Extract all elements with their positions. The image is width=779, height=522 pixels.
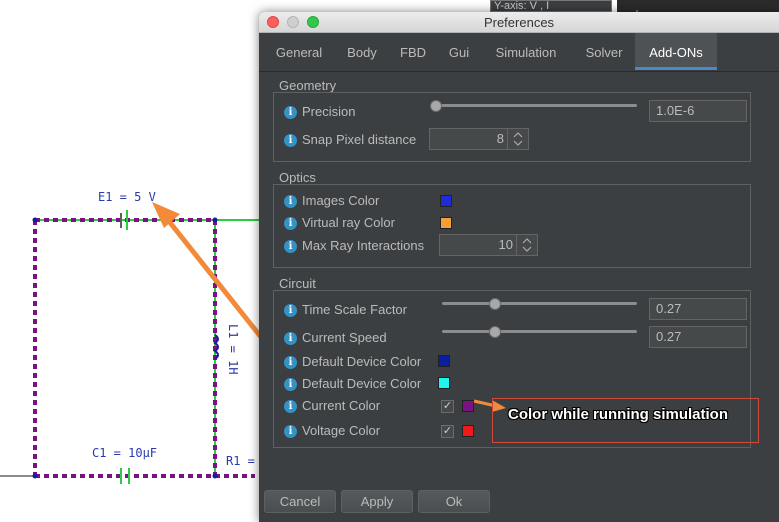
snap-label: Snap Pixel distance — [302, 132, 417, 147]
l1-label: L1 = 1H — [226, 324, 240, 375]
callout-text: Color while running simulation — [508, 406, 728, 423]
precision-field[interactable]: 1.0E-6 — [649, 100, 747, 122]
current-speed-label: Current Speed — [302, 330, 387, 345]
virtual-ray-label: Virtual ray Color — [302, 215, 395, 230]
tab-general[interactable]: General — [265, 33, 333, 70]
cancel-button[interactable]: Cancel — [264, 490, 336, 513]
title-bar[interactable]: Preferences — [259, 12, 779, 33]
snap-spinner[interactable]: 8 — [429, 128, 529, 150]
spinner-arrows-icon[interactable] — [507, 129, 528, 149]
images-color-label: Images Color — [302, 193, 380, 208]
current-color-label: Current Color — [302, 398, 381, 413]
voltage-color-swatch[interactable] — [462, 425, 474, 437]
precision-info-icon[interactable]: i — [284, 106, 297, 119]
time-scale-slider-thumb[interactable] — [488, 298, 501, 310]
voltage-color-checkbox[interactable]: ✓ — [441, 425, 454, 438]
precision-label: Precision — [302, 104, 356, 119]
images-color-swatch[interactable] — [440, 195, 452, 207]
current-speed-slider-track[interactable] — [442, 330, 637, 333]
spinner-arrows-icon[interactable] — [516, 235, 537, 255]
precision-slider-track[interactable] — [435, 104, 637, 107]
precision-slider-thumb[interactable] — [430, 100, 442, 112]
tab-solver[interactable]: Solver — [571, 33, 637, 70]
current-color-checkbox[interactable]: ✓ — [441, 400, 454, 413]
e1-label: E1 = 5 V — [98, 190, 156, 204]
voltage-color-label: Voltage Color — [302, 423, 381, 438]
max-ray-spinner[interactable]: 10 — [439, 234, 538, 256]
tab-bar: General Body FBD Gui Simulation Solver A… — [259, 33, 779, 72]
circuit-title: Circuit — [279, 276, 316, 291]
apply-button[interactable]: Apply — [341, 490, 413, 513]
default-device-color-1-swatch[interactable] — [438, 355, 450, 367]
c1-label: C1 = 10μF — [92, 446, 158, 460]
ok-button[interactable]: Ok — [418, 490, 490, 513]
default-device-color-1-label: Default Device Color — [302, 354, 422, 369]
default-device-color-2-swatch[interactable] — [438, 377, 450, 389]
current-speed-field[interactable]: 0.27 — [649, 326, 747, 348]
tab-gui[interactable]: Gui — [437, 33, 481, 70]
tab-add-ons[interactable]: Add-ONs — [635, 33, 717, 70]
max-ray-value: 10 — [498, 237, 513, 252]
current-speed-info-icon[interactable]: i — [284, 332, 297, 345]
time-scale-field[interactable]: 0.27 — [649, 298, 747, 320]
default-device-color-1-info-icon[interactable]: i — [284, 356, 297, 369]
images-color-info-icon[interactable]: i — [284, 195, 297, 208]
max-ray-info-icon[interactable]: i — [284, 240, 297, 253]
node-dots — [32, 217, 218, 479]
snap-value: 8 — [496, 131, 504, 146]
geometry-title: Geometry — [279, 78, 337, 93]
virtual-ray-swatch[interactable] — [440, 217, 452, 229]
current-dots-loop — [33, 218, 255, 478]
check-icon: ✓ — [442, 425, 453, 437]
tab-body[interactable]: Body — [335, 33, 389, 70]
current-color-info-icon[interactable]: i — [284, 400, 297, 413]
default-device-color-2-label: Default Device Color — [302, 376, 422, 391]
tab-simulation[interactable]: Simulation — [485, 33, 567, 70]
window-title: Preferences — [483, 15, 555, 30]
current-speed-slider-thumb[interactable] — [488, 326, 501, 338]
r1-label: R1 = — [226, 454, 255, 468]
virtual-ray-info-icon[interactable]: i — [284, 217, 297, 230]
snap-info-icon[interactable]: i — [284, 134, 297, 147]
yaxis-dropdown[interactable]: Y-axis: V , I — [490, 0, 612, 12]
preferences-window: Preferences General Body FBD Gui Simulat… — [259, 12, 779, 522]
optics-title: Optics — [279, 170, 316, 185]
time-scale-label: Time Scale Factor — [302, 302, 407, 317]
check-icon: ✓ — [442, 400, 453, 412]
time-scale-slider-track[interactable] — [442, 302, 637, 305]
voltage-color-info-icon[interactable]: i — [284, 425, 297, 438]
max-ray-label: Max Ray Interactions — [302, 238, 425, 253]
time-scale-info-icon[interactable]: i — [284, 304, 297, 317]
default-device-color-2-info-icon[interactable]: i — [284, 378, 297, 391]
tab-fbd[interactable]: FBD — [391, 33, 435, 70]
